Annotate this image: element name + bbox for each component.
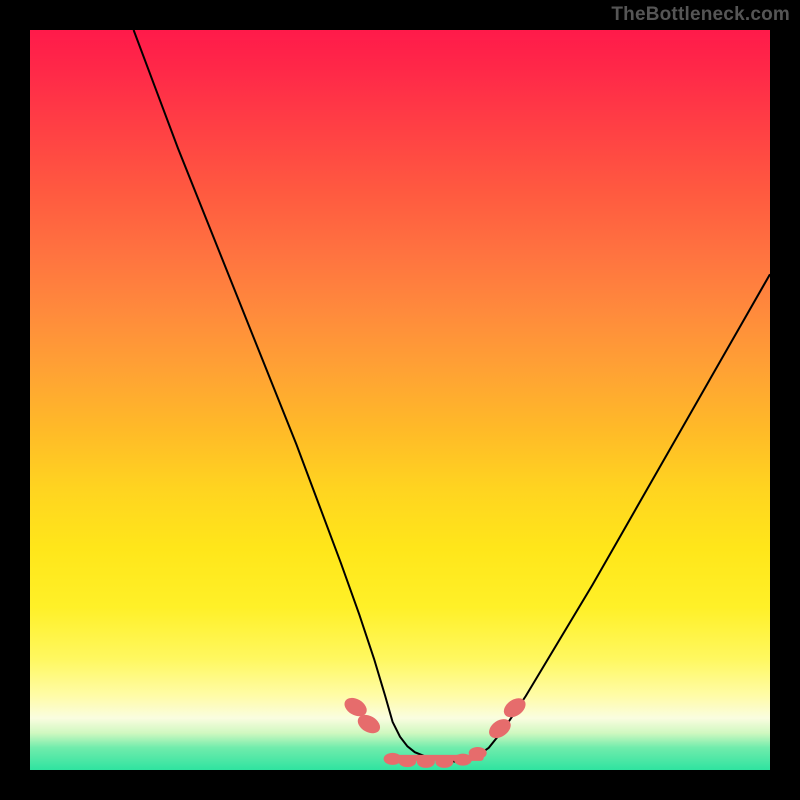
curve-left xyxy=(134,30,460,762)
chart-svg xyxy=(30,30,770,770)
data-markers xyxy=(341,694,529,768)
watermark-text: TheBottleneck.com xyxy=(611,4,790,26)
plot-area xyxy=(30,30,770,770)
chart-frame: TheBottleneck.com xyxy=(0,0,800,800)
curve-right xyxy=(459,274,770,762)
